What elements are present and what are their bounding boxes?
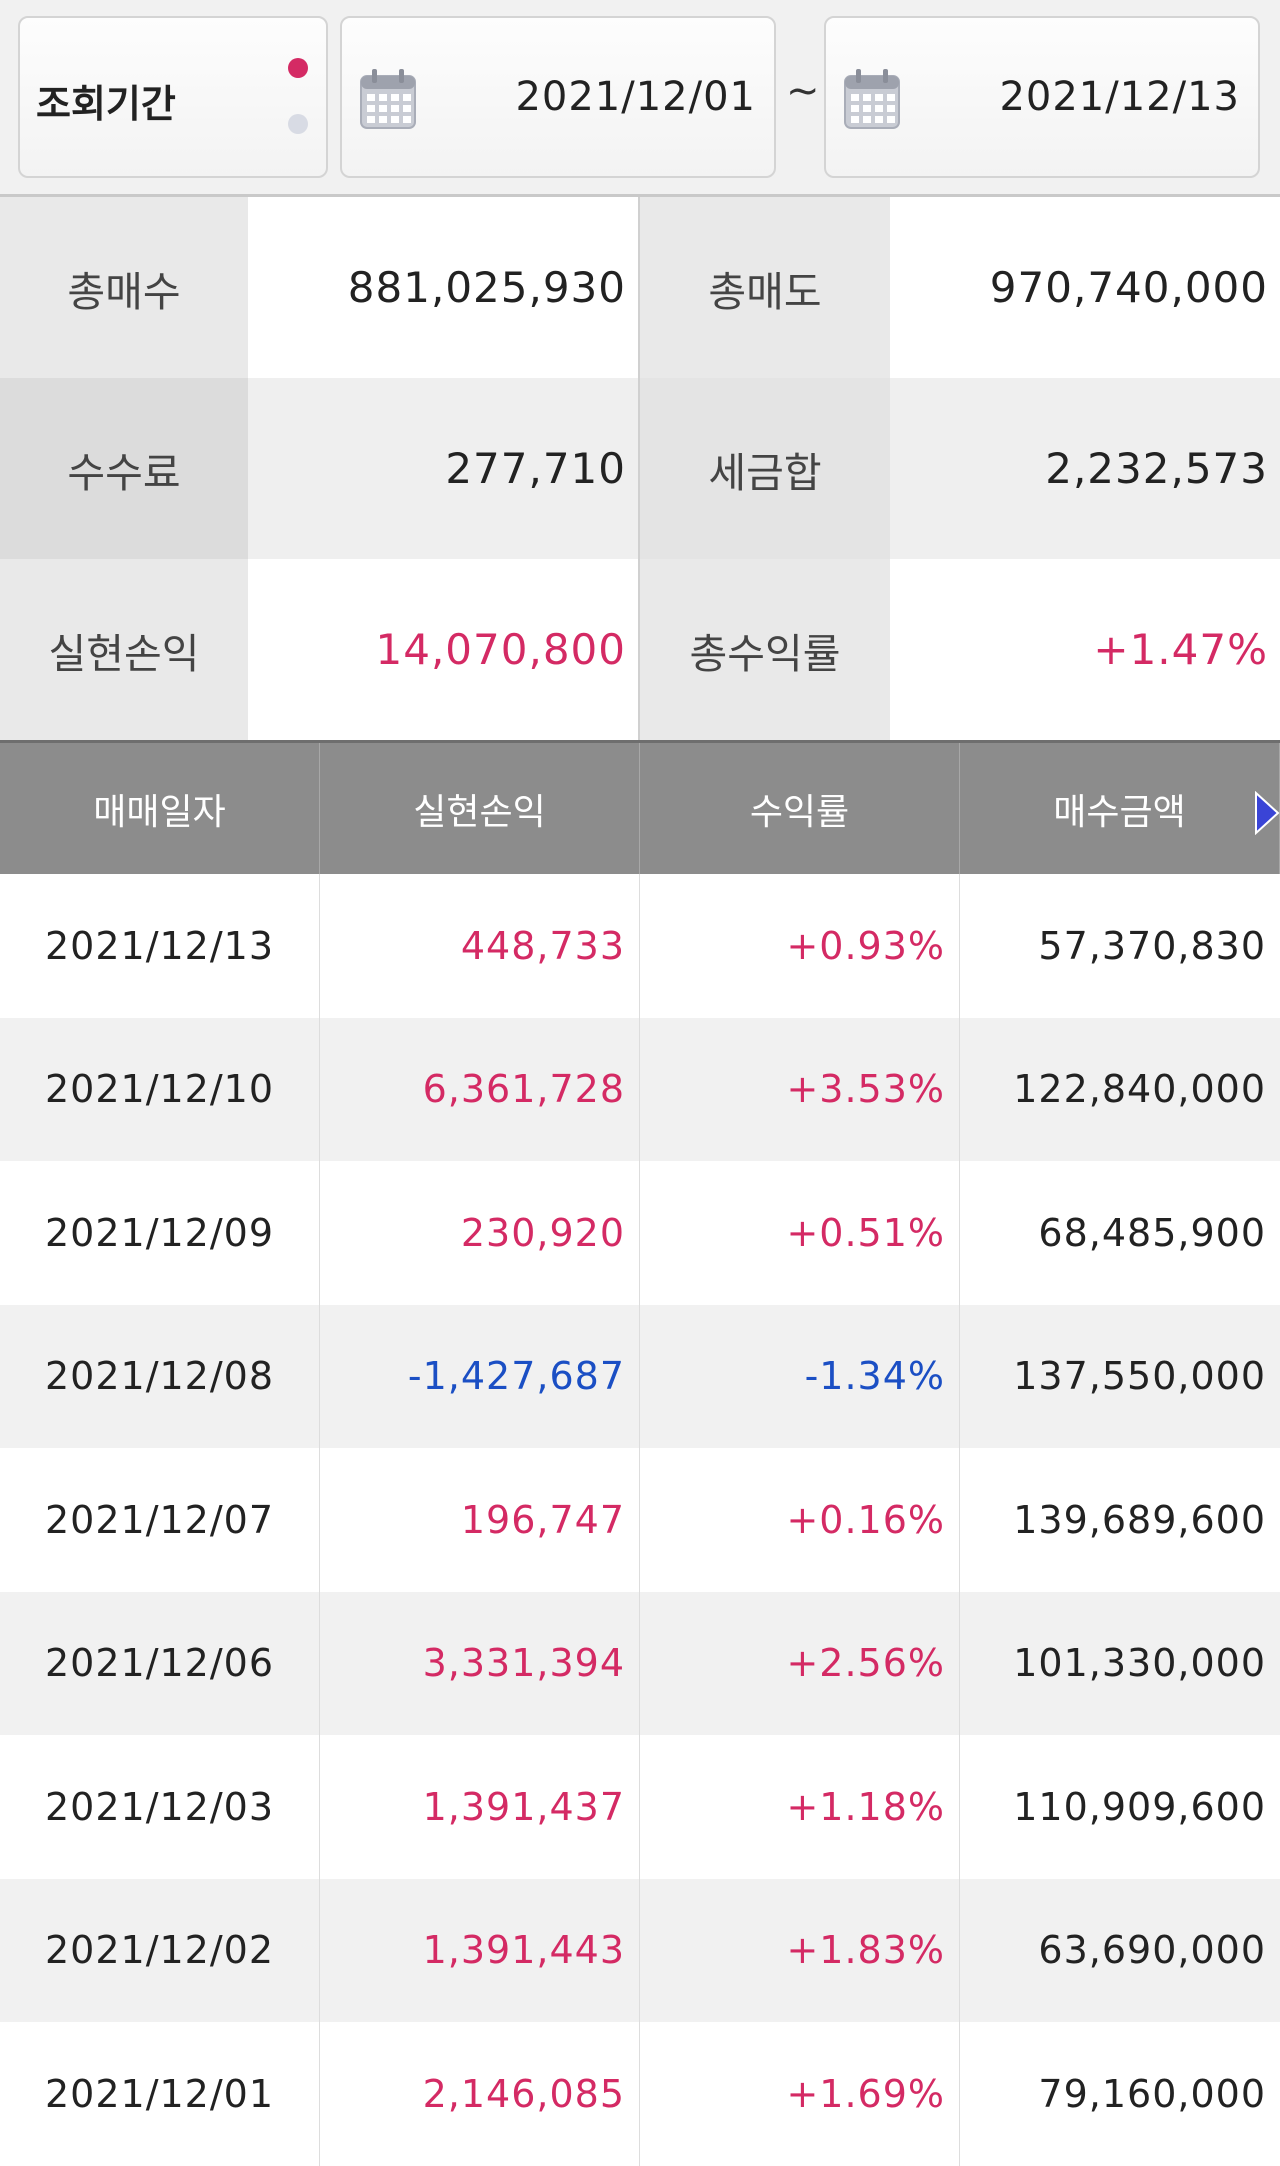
table-row[interactable]: 2021/12/08 -1,427,687 -1.34% 137,550,000 (0, 1304, 1280, 1448)
trade-table-body: 2021/12/13 448,733 +0.93% 57,370,830 2021/12… (0, 874, 1280, 2166)
row-date: 2021/12/13 (0, 874, 320, 1018)
row-realized-pnl: 1,391,443 (320, 1878, 640, 2022)
table-header: 매매일자 실현손익 수익률 매수금액 (0, 740, 1280, 874)
row-buy-amount: 122,840,000 (1013, 1067, 1266, 1112)
table-row[interactable]: 2021/12/13 448,733 +0.93% 57,370,830 (0, 874, 1280, 1018)
period-filter-bar: 조회기간 2021/12/01 ~ 2021/12/13 (0, 0, 1280, 197)
total-return-value: +1.47% (890, 559, 1280, 740)
table-row[interactable]: 2021/12/10 6,361,728 +3.53% 122,840,000 (0, 1017, 1280, 1161)
period-option-active-dot[interactable] (288, 58, 308, 78)
row-date: 2021/12/08 (0, 1304, 320, 1448)
summary-grid: 총매수 881,025,930 총매도 970,740,000 수수료 277,… (0, 197, 1280, 740)
row-realized-pnl: 448,733 (320, 874, 640, 1018)
row-return-rate: +3.53% (640, 1017, 960, 1161)
row-buy-amount: 68,485,900 (1038, 1210, 1266, 1255)
fee-label: 수수료 (0, 378, 248, 559)
table-row[interactable]: 2021/12/01 2,146,085 +1.69% 79,160,000 (0, 2022, 1280, 2166)
total-sell-value: 970,740,000 (890, 197, 1280, 378)
table-row[interactable]: 2021/12/06 3,331,394 +2.56% 101,330,000 (0, 1591, 1280, 1735)
row-return-rate: -1.34% (640, 1304, 960, 1448)
row-realized-pnl: 6,361,728 (320, 1017, 640, 1161)
period-option-inactive-dot[interactable] (288, 114, 308, 134)
row-return-rate: +1.83% (640, 1878, 960, 2022)
end-date-value: 2021/12/13 (999, 74, 1240, 120)
realized-pnl-value: 14,070,800 (248, 559, 640, 740)
row-realized-pnl: 230,920 (320, 1161, 640, 1305)
row-realized-pnl: 2,146,085 (320, 2022, 640, 2166)
row-date: 2021/12/06 (0, 1591, 320, 1735)
row-realized-pnl: 196,747 (320, 1448, 640, 1592)
row-return-rate: +1.69% (640, 2022, 960, 2166)
row-buy-amount: 79,160,000 (1038, 2071, 1266, 2116)
total-sell-label: 총매도 (640, 197, 890, 378)
row-buy-amount: 63,690,000 (1038, 1928, 1266, 1973)
row-buy-amount: 57,370,830 (1038, 923, 1266, 968)
total-buy-value: 881,025,930 (248, 197, 640, 378)
row-realized-pnl: 1,391,437 (320, 1735, 640, 1879)
table-row[interactable]: 2021/12/03 1,391,437 +1.18% 110,909,600 (0, 1735, 1280, 1879)
row-date: 2021/12/09 (0, 1161, 320, 1305)
row-date: 2021/12/07 (0, 1448, 320, 1592)
row-realized-pnl: -1,427,687 (320, 1304, 640, 1448)
calendar-icon[interactable] (358, 66, 418, 132)
start-date-value: 2021/12/01 (515, 74, 756, 120)
row-return-rate: +2.56% (640, 1591, 960, 1735)
row-date: 2021/12/03 (0, 1735, 320, 1879)
start-date-field[interactable]: 2021/12/01 (340, 16, 776, 178)
total-return-label: 총수익률 (640, 559, 890, 740)
period-selector[interactable]: 조회기간 (18, 16, 328, 178)
row-date: 2021/12/01 (0, 2022, 320, 2166)
tax-value: 2,232,573 (890, 378, 1280, 559)
end-date-field[interactable]: 2021/12/13 (824, 16, 1260, 178)
column-header-buy-amount[interactable]: 매수금액 (960, 743, 1280, 874)
calendar-icon[interactable] (842, 66, 902, 132)
row-return-rate: +0.16% (640, 1448, 960, 1592)
column-header-return-rate[interactable]: 수익률 (640, 743, 960, 874)
row-date: 2021/12/10 (0, 1017, 320, 1161)
fee-value: 277,710 (248, 378, 640, 559)
row-buy-amount: 110,909,600 (1013, 1784, 1266, 1829)
row-return-rate: +1.18% (640, 1735, 960, 1879)
table-row[interactable]: 2021/12/07 196,747 +0.16% 139,689,600 (0, 1448, 1280, 1592)
row-buy-amount: 137,550,000 (1013, 1354, 1266, 1399)
table-row[interactable]: 2021/12/02 1,391,443 +1.83% 63,690,000 (0, 1878, 1280, 2022)
row-return-rate: +0.93% (640, 874, 960, 1018)
column-header-date[interactable]: 매매일자 (0, 743, 320, 874)
row-buy-amount: 101,330,000 (1013, 1641, 1266, 1686)
trade-history-screen: 조회기간 2021/12/01 ~ 2021/12/13 총매수 881,025… (0, 0, 1280, 2166)
tax-label: 세금합 (640, 378, 890, 559)
row-date: 2021/12/02 (0, 1878, 320, 2022)
realized-pnl-label: 실현손익 (0, 559, 248, 740)
scroll-right-arrow-icon[interactable] (1252, 791, 1280, 835)
row-buy-amount: 139,689,600 (1013, 1497, 1266, 1542)
date-range-separator: ~ (786, 68, 820, 114)
total-buy-label: 총매수 (0, 197, 248, 378)
table-row[interactable]: 2021/12/09 230,920 +0.51% 68,485,900 (0, 1161, 1280, 1305)
row-realized-pnl: 3,331,394 (320, 1591, 640, 1735)
row-return-rate: +0.51% (640, 1161, 960, 1305)
column-header-realized-pnl[interactable]: 실현손익 (320, 743, 640, 874)
period-label: 조회기간 (36, 82, 176, 126)
